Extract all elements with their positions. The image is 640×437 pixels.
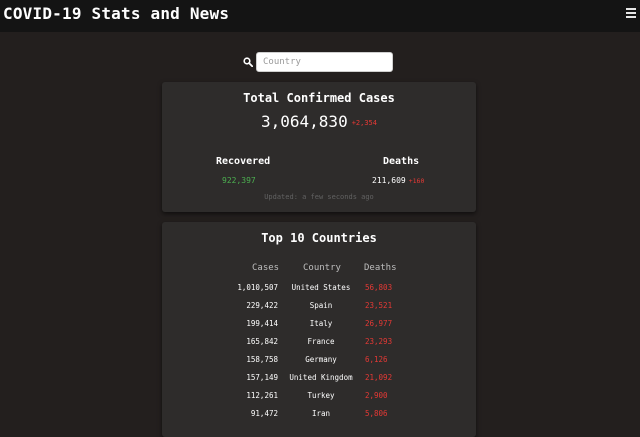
deaths-stat: 211,609 +160 — [372, 176, 424, 185]
cases-cell: 1,010,507 — [237, 283, 278, 292]
hamburger-menu-icon[interactable] — [626, 8, 636, 18]
table-row[interactable]: 1,010,507 United States 56,803 — [162, 280, 476, 298]
column-header-deaths[interactable]: Deaths — [364, 263, 397, 273]
deaths-cell: 23,293 — [365, 337, 393, 346]
country-cell: Italy — [309, 319, 333, 328]
cases-cell: 158,758 — [246, 355, 278, 364]
top-countries-card: Top 10 Countries Cases Country Deaths 1,… — [162, 222, 476, 437]
deaths-cell: 21,092 — [365, 373, 393, 382]
cases-cell: 91,472 — [250, 409, 278, 418]
deaths-delta: +160 — [408, 176, 425, 185]
table-row[interactable]: 165,842 France 23,293 — [162, 334, 476, 352]
country-cell: France — [307, 337, 335, 346]
recovered-label: Recovered — [216, 156, 271, 167]
app-title[interactable]: COVID-19 Stats and News — [3, 4, 229, 23]
table-row[interactable]: 199,414 Italy 26,977 — [162, 316, 476, 334]
deaths-cell: 6,126 — [365, 355, 388, 364]
countries-table: 1,010,507 United States 56,803 229,422 S… — [162, 280, 476, 424]
total-cases-value: 3,064,830 — [261, 112, 348, 131]
table-row[interactable]: 91,472 Iran 5,806 — [162, 406, 476, 424]
country-cell: Turkey — [307, 391, 335, 400]
deaths-cell: 56,803 — [365, 283, 393, 292]
country-search-input[interactable] — [256, 52, 393, 72]
search-icon — [243, 57, 253, 67]
summary-title: Total Confirmed Cases — [243, 91, 395, 105]
summary-card: Total Confirmed Cases 3,064,830 +2,354 Re… — [162, 82, 476, 212]
total-cases: 3,064,830 +2,354 — [162, 112, 476, 131]
cases-cell: 165,842 — [246, 337, 278, 346]
navbar: COVID-19 Stats and News — [0, 0, 640, 32]
column-header-country[interactable]: Country — [303, 263, 341, 273]
deaths-cell: 26,977 — [365, 319, 393, 328]
updated-timestamp: Updated: a few seconds ago — [264, 193, 374, 201]
cases-cell: 199,414 — [246, 319, 278, 328]
table-row[interactable]: 112,261 Turkey 2,900 — [162, 388, 476, 406]
table-row[interactable]: 158,758 Germany 6,126 — [162, 352, 476, 370]
recovered-value: 922,397 — [222, 176, 256, 185]
country-cell: Iran — [311, 409, 331, 418]
table-row[interactable]: 229,422 Spain 23,521 — [162, 298, 476, 316]
country-cell: United Kingdom — [289, 373, 353, 382]
top-countries-title: Top 10 Countries — [261, 231, 377, 245]
deaths-value: 211,609 — [372, 176, 406, 185]
country-cell: United States — [291, 283, 351, 292]
deaths-cell: 2,900 — [365, 391, 388, 400]
cases-cell: 229,422 — [246, 301, 278, 310]
deaths-cell: 5,806 — [365, 409, 388, 418]
cases-cell: 112,261 — [246, 391, 278, 400]
deaths-label: Deaths — [383, 156, 420, 167]
cases-cell: 157,149 — [246, 373, 278, 382]
country-cell: Germany — [305, 355, 337, 364]
total-cases-delta: +2,354 — [351, 118, 377, 127]
table-row[interactable]: 157,149 United Kingdom 21,092 — [162, 370, 476, 388]
deaths-cell: 23,521 — [365, 301, 393, 310]
country-cell: Spain — [309, 301, 333, 310]
column-header-cases[interactable]: Cases — [252, 263, 279, 273]
